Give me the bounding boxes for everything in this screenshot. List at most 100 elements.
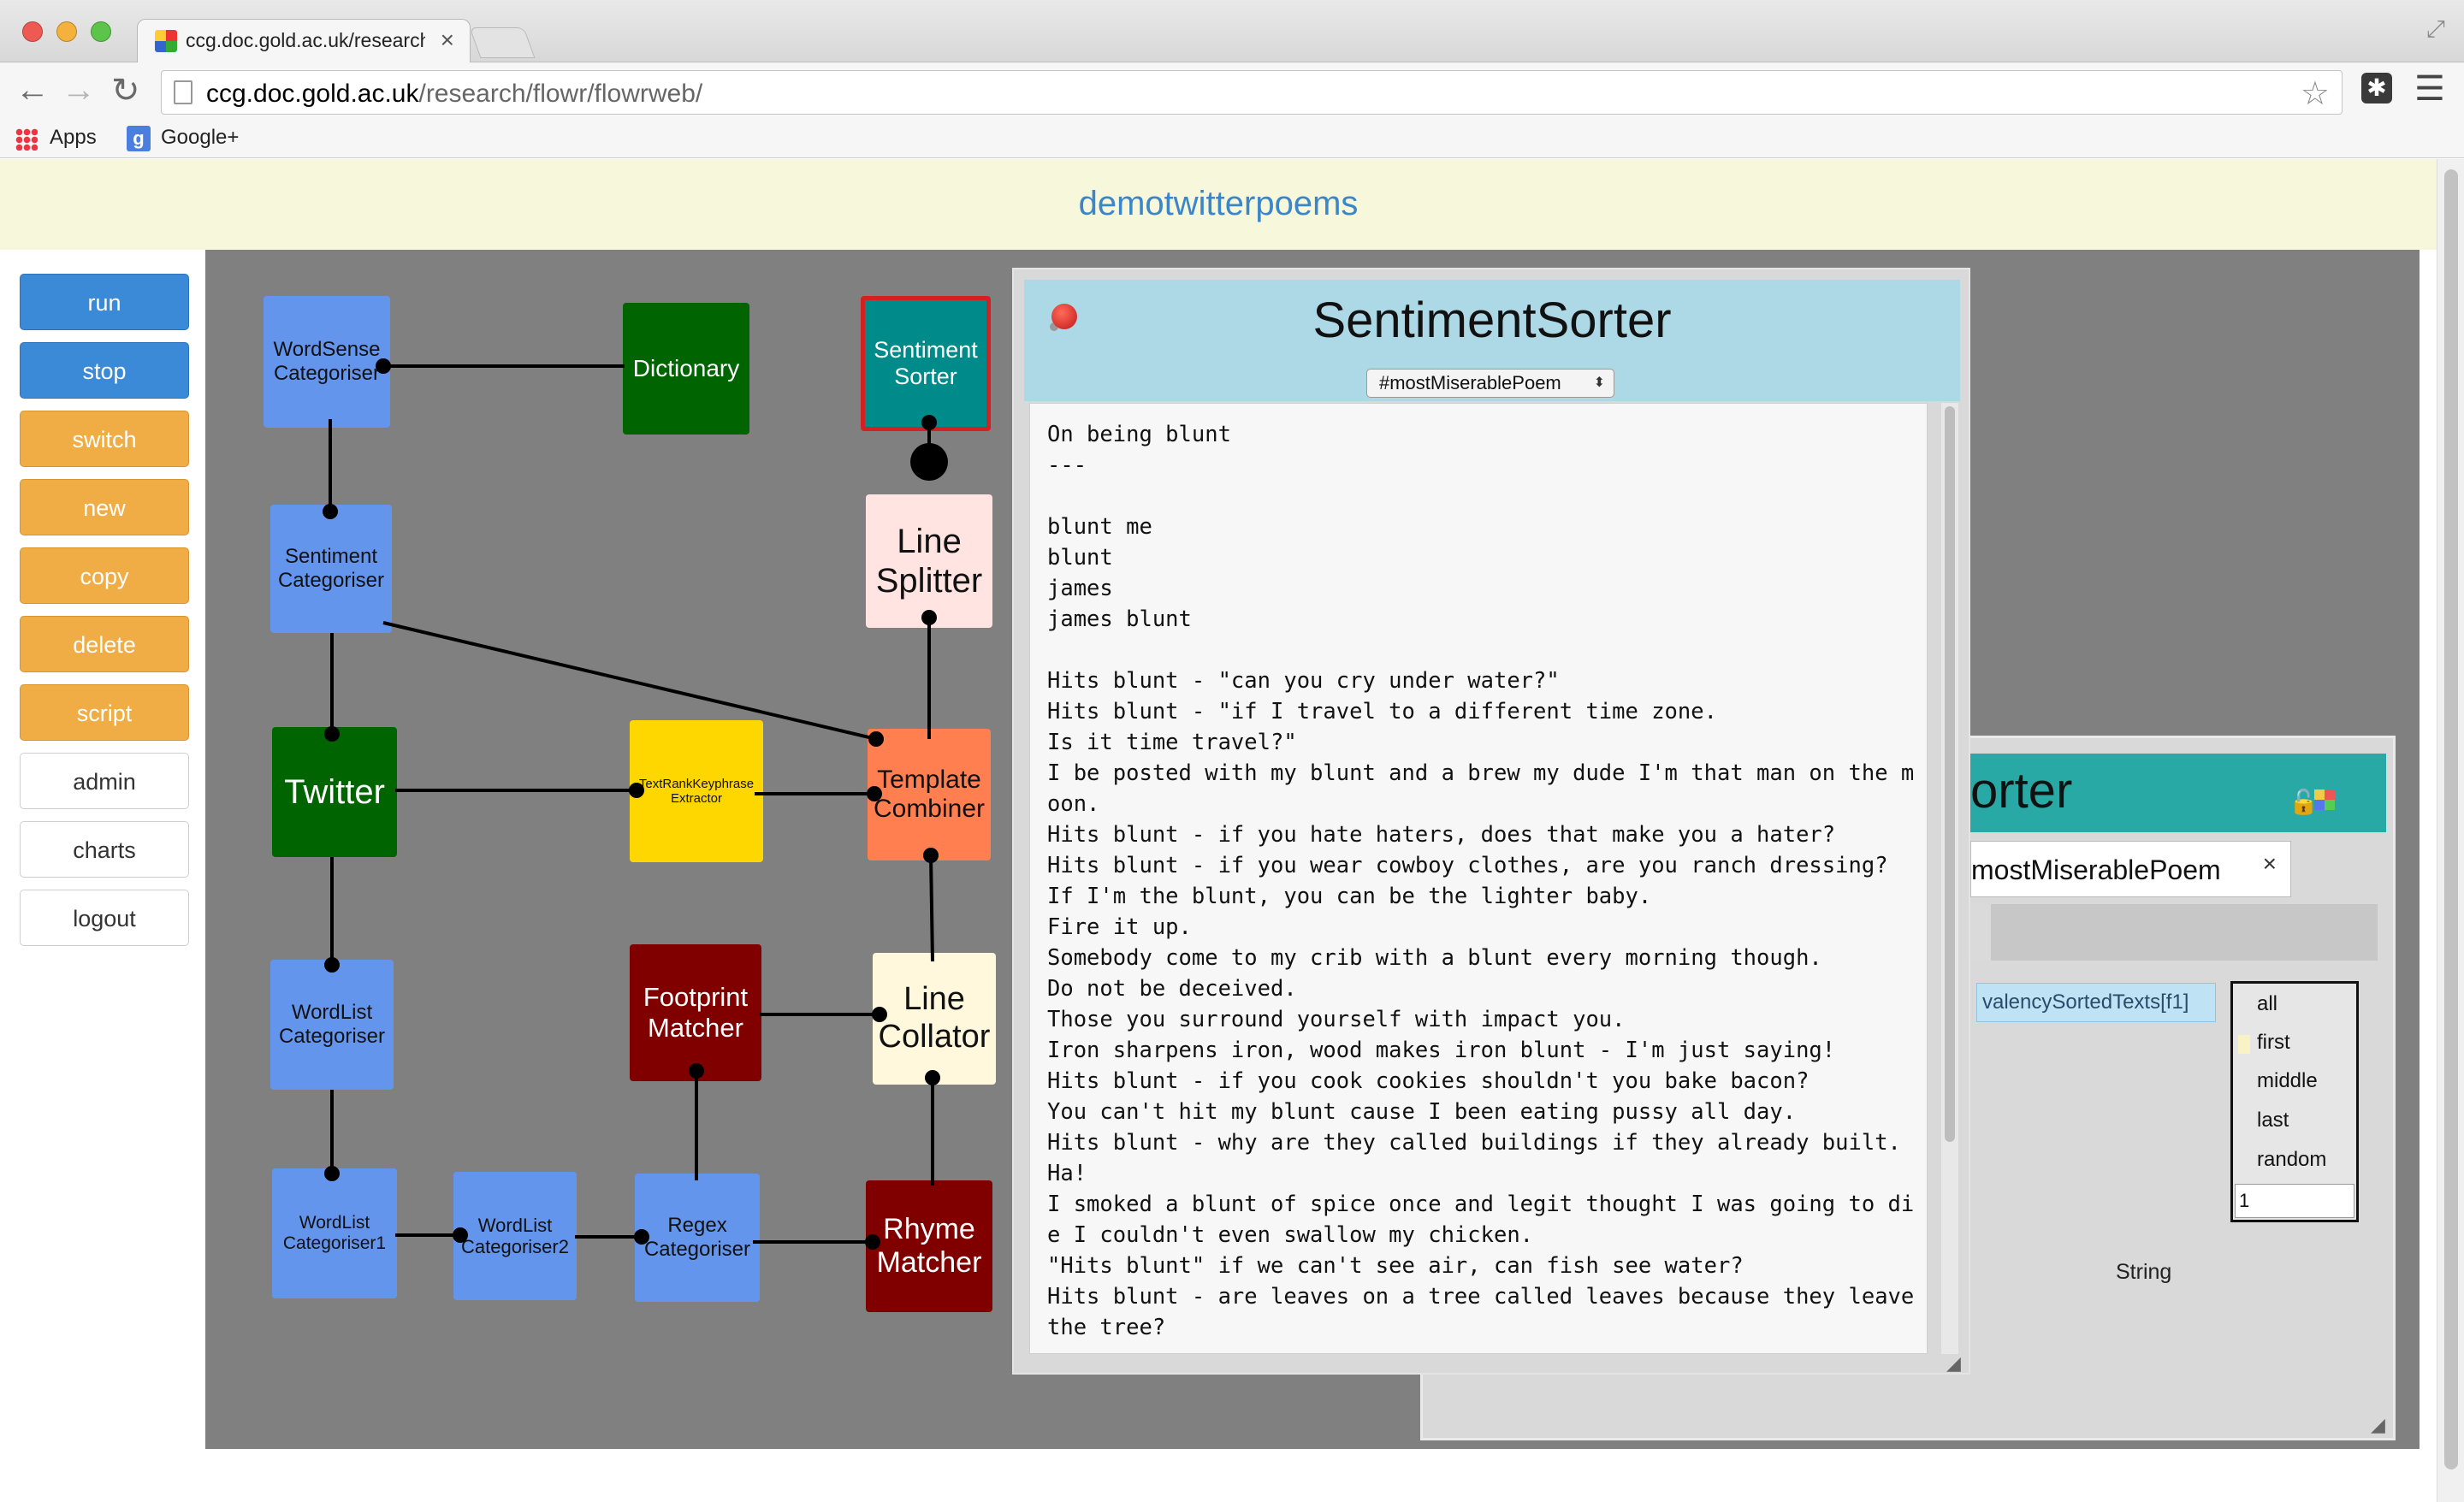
page-scrollbar-thumb[interactable] xyxy=(2444,169,2458,1469)
browser-menu-icon[interactable]: ☰ xyxy=(2414,69,2445,109)
google-plus-icon[interactable]: g xyxy=(127,126,151,151)
input-chip[interactable]: valencySortedTexts[f1] xyxy=(1976,983,2216,1022)
node-line-collator[interactable]: Line Collator xyxy=(873,953,996,1085)
reload-icon[interactable]: ↻ xyxy=(111,71,140,110)
option-all[interactable]: all xyxy=(2257,992,2277,1016)
node-label: Sentiment Categoriser xyxy=(277,545,385,592)
option-random[interactable]: random xyxy=(2257,1148,2326,1172)
bookmark-star-icon[interactable]: ☆ xyxy=(2301,74,2330,113)
node-regex-categoriser[interactable]: Regex Categoriser xyxy=(635,1174,760,1302)
back-arrow-icon[interactable]: ← xyxy=(15,71,50,109)
node-label: WordList Categoriser1 xyxy=(282,1212,387,1253)
forward-arrow-icon[interactable]: → xyxy=(62,71,96,109)
back-panel-tab[interactable]: mostMiserablePoem × xyxy=(1970,841,2291,897)
address-bar[interactable]: ccg.doc.gold.ac.uk/research/flowr/flowrw… xyxy=(161,70,2343,115)
node-wordsense-categoriser[interactable]: WordSense Categoriser xyxy=(264,296,390,428)
node-label: Twitter xyxy=(284,773,385,811)
node-wordlist-categoriser[interactable]: WordList Categoriser xyxy=(270,960,394,1090)
output-scrollbar[interactable] xyxy=(1941,403,1958,1354)
copy-button[interactable]: copy xyxy=(20,547,189,604)
type-label: String xyxy=(2116,1260,2172,1284)
back-panel-toolbar-knob[interactable] xyxy=(1970,904,1991,961)
run-button[interactable]: run xyxy=(20,274,189,330)
back-panel-toolbar xyxy=(1970,904,2378,961)
selected-marker xyxy=(2238,1035,2250,1054)
admin-button[interactable]: admin xyxy=(20,753,189,809)
node-label: Sentiment Sorter xyxy=(874,336,978,389)
minimize-window-button[interactable] xyxy=(56,21,77,42)
browser-tab[interactable]: ccg.doc.gold.ac.uk/research/flowr × xyxy=(137,19,471,63)
bookmark-apps[interactable]: Apps xyxy=(50,126,97,150)
browser-tabstrip: ccg.doc.gold.ac.uk/research/flowr × ⤢ xyxy=(0,0,2464,63)
count-input[interactable]: 1 xyxy=(2235,1184,2354,1218)
page-title[interactable]: demotwitterpoems xyxy=(0,185,2437,223)
node-label: WordList Categoriser2 xyxy=(461,1214,569,1257)
tab-title: ccg.doc.gold.ac.uk/research/flowr xyxy=(186,29,425,51)
output-select-value: #mostMiserablePoem xyxy=(1379,372,1561,393)
close-window-button[interactable] xyxy=(22,21,43,42)
panel-header[interactable]: SentimentSorter #mostMiserablePoem ⬍ xyxy=(1024,280,1960,401)
app-header: demotwitterpoems xyxy=(0,159,2437,250)
node-footprint-matcher[interactable]: Footprint Matcher xyxy=(630,944,761,1081)
node-label: Line Collator xyxy=(878,981,991,1055)
delete-button[interactable]: delete xyxy=(20,616,189,672)
node-wordlist-categoriser2[interactable]: WordList Categoriser2 xyxy=(453,1172,577,1300)
node-line-splitter[interactable]: Line Splitter xyxy=(866,494,992,628)
tab-close-icon[interactable]: × xyxy=(441,27,454,54)
node-rhyme-matcher[interactable]: Rhyme Matcher xyxy=(866,1180,992,1312)
url-text[interactable]: ccg.doc.gold.ac.uk/research/flowr/flowrw… xyxy=(206,80,702,109)
page-icon xyxy=(174,80,192,104)
back-panel-tab-label: mostMiserablePoem xyxy=(1971,854,2221,885)
script-button[interactable]: script xyxy=(20,684,189,741)
back-panel-header[interactable]: orter 🔓 xyxy=(1970,754,2386,832)
url-host: ccg.doc.gold.ac.uk xyxy=(206,80,419,108)
new-button[interactable]: new xyxy=(20,479,189,535)
node-sentiment-sorter[interactable]: Sentiment Sorter xyxy=(861,296,991,431)
output-select[interactable]: #mostMiserablePoem ⬍ xyxy=(1366,369,1614,398)
node-dictionary[interactable]: Dictionary xyxy=(623,303,749,435)
resize-handle-icon[interactable]: ◢ xyxy=(2371,1414,2385,1436)
node-twitter[interactable]: Twitter xyxy=(272,727,397,857)
node-label: Footprint Matcher xyxy=(643,982,749,1043)
poem-output: On being blunt --- blunt me blunt james … xyxy=(1047,422,1915,1340)
switch-button[interactable]: switch xyxy=(20,411,189,467)
node-label: Rhyme Matcher xyxy=(876,1212,982,1279)
close-icon[interactable]: × xyxy=(2263,850,2277,878)
node-wordlist-categoriser1[interactable]: WordList Categoriser1 xyxy=(272,1168,397,1298)
chevron-updown-icon: ⬍ xyxy=(1593,376,1605,390)
output-text-area[interactable]: On being blunt --- blunt me blunt james … xyxy=(1029,403,1928,1354)
selection-listbox[interactable]: all first middle last random 1 xyxy=(2230,981,2359,1222)
output-scrollbar-thumb[interactable] xyxy=(1945,406,1955,1142)
node-template-combiner[interactable]: Template Combiner xyxy=(868,729,991,860)
resize-handle-icon[interactable]: ◢ xyxy=(1946,1352,1961,1375)
node-label: Regex Categoriser xyxy=(643,1214,751,1261)
node-textrank-extractor[interactable]: TextRankKeyphrase Extractor xyxy=(630,720,763,862)
charts-button[interactable]: charts xyxy=(20,821,189,878)
extension-puzzle-icon[interactable]: ✱ xyxy=(2361,73,2392,103)
node-label: WordList Categoriser xyxy=(278,1001,386,1048)
color-grid-icon[interactable] xyxy=(2314,789,2335,810)
lock-icon[interactable]: 🔓 xyxy=(2289,788,2319,815)
new-tab-button[interactable] xyxy=(469,27,536,58)
option-last[interactable]: last xyxy=(2257,1109,2289,1132)
bookmark-google-plus[interactable]: Google+ xyxy=(161,126,239,150)
url-path: /research/flowr/flowrweb/ xyxy=(418,80,703,108)
node-label: Template Combiner xyxy=(873,765,986,824)
option-middle[interactable]: middle xyxy=(2257,1069,2318,1093)
logout-button[interactable]: logout xyxy=(20,890,189,946)
panel-title: SentimentSorter xyxy=(1312,293,1672,348)
browser-toolbar: ← → ↻ ccg.doc.gold.ac.uk/research/flowr/… xyxy=(0,62,2464,122)
fullscreen-icon[interactable]: ⤢ xyxy=(2426,15,2445,44)
option-first[interactable]: first xyxy=(2257,1031,2290,1055)
node-sentiment-categoriser[interactable]: Sentiment Categoriser xyxy=(270,505,392,633)
site-favicon-icon xyxy=(155,30,177,52)
node-label: WordSense Categoriser xyxy=(273,338,381,385)
node-label: Line Splitter xyxy=(875,523,983,600)
stop-button[interactable]: stop xyxy=(20,342,189,399)
node-label: Dictionary xyxy=(632,354,740,381)
zoom-window-button[interactable] xyxy=(91,21,111,42)
apps-grid-icon[interactable] xyxy=(15,128,38,151)
node-label: TextRankKeyphrase Extractor xyxy=(638,776,755,806)
node-inspector-panel[interactable]: SentimentSorter #mostMiserablePoem ⬍ On … xyxy=(1012,268,1970,1375)
page-scrollbar[interactable] xyxy=(2437,159,2464,1502)
